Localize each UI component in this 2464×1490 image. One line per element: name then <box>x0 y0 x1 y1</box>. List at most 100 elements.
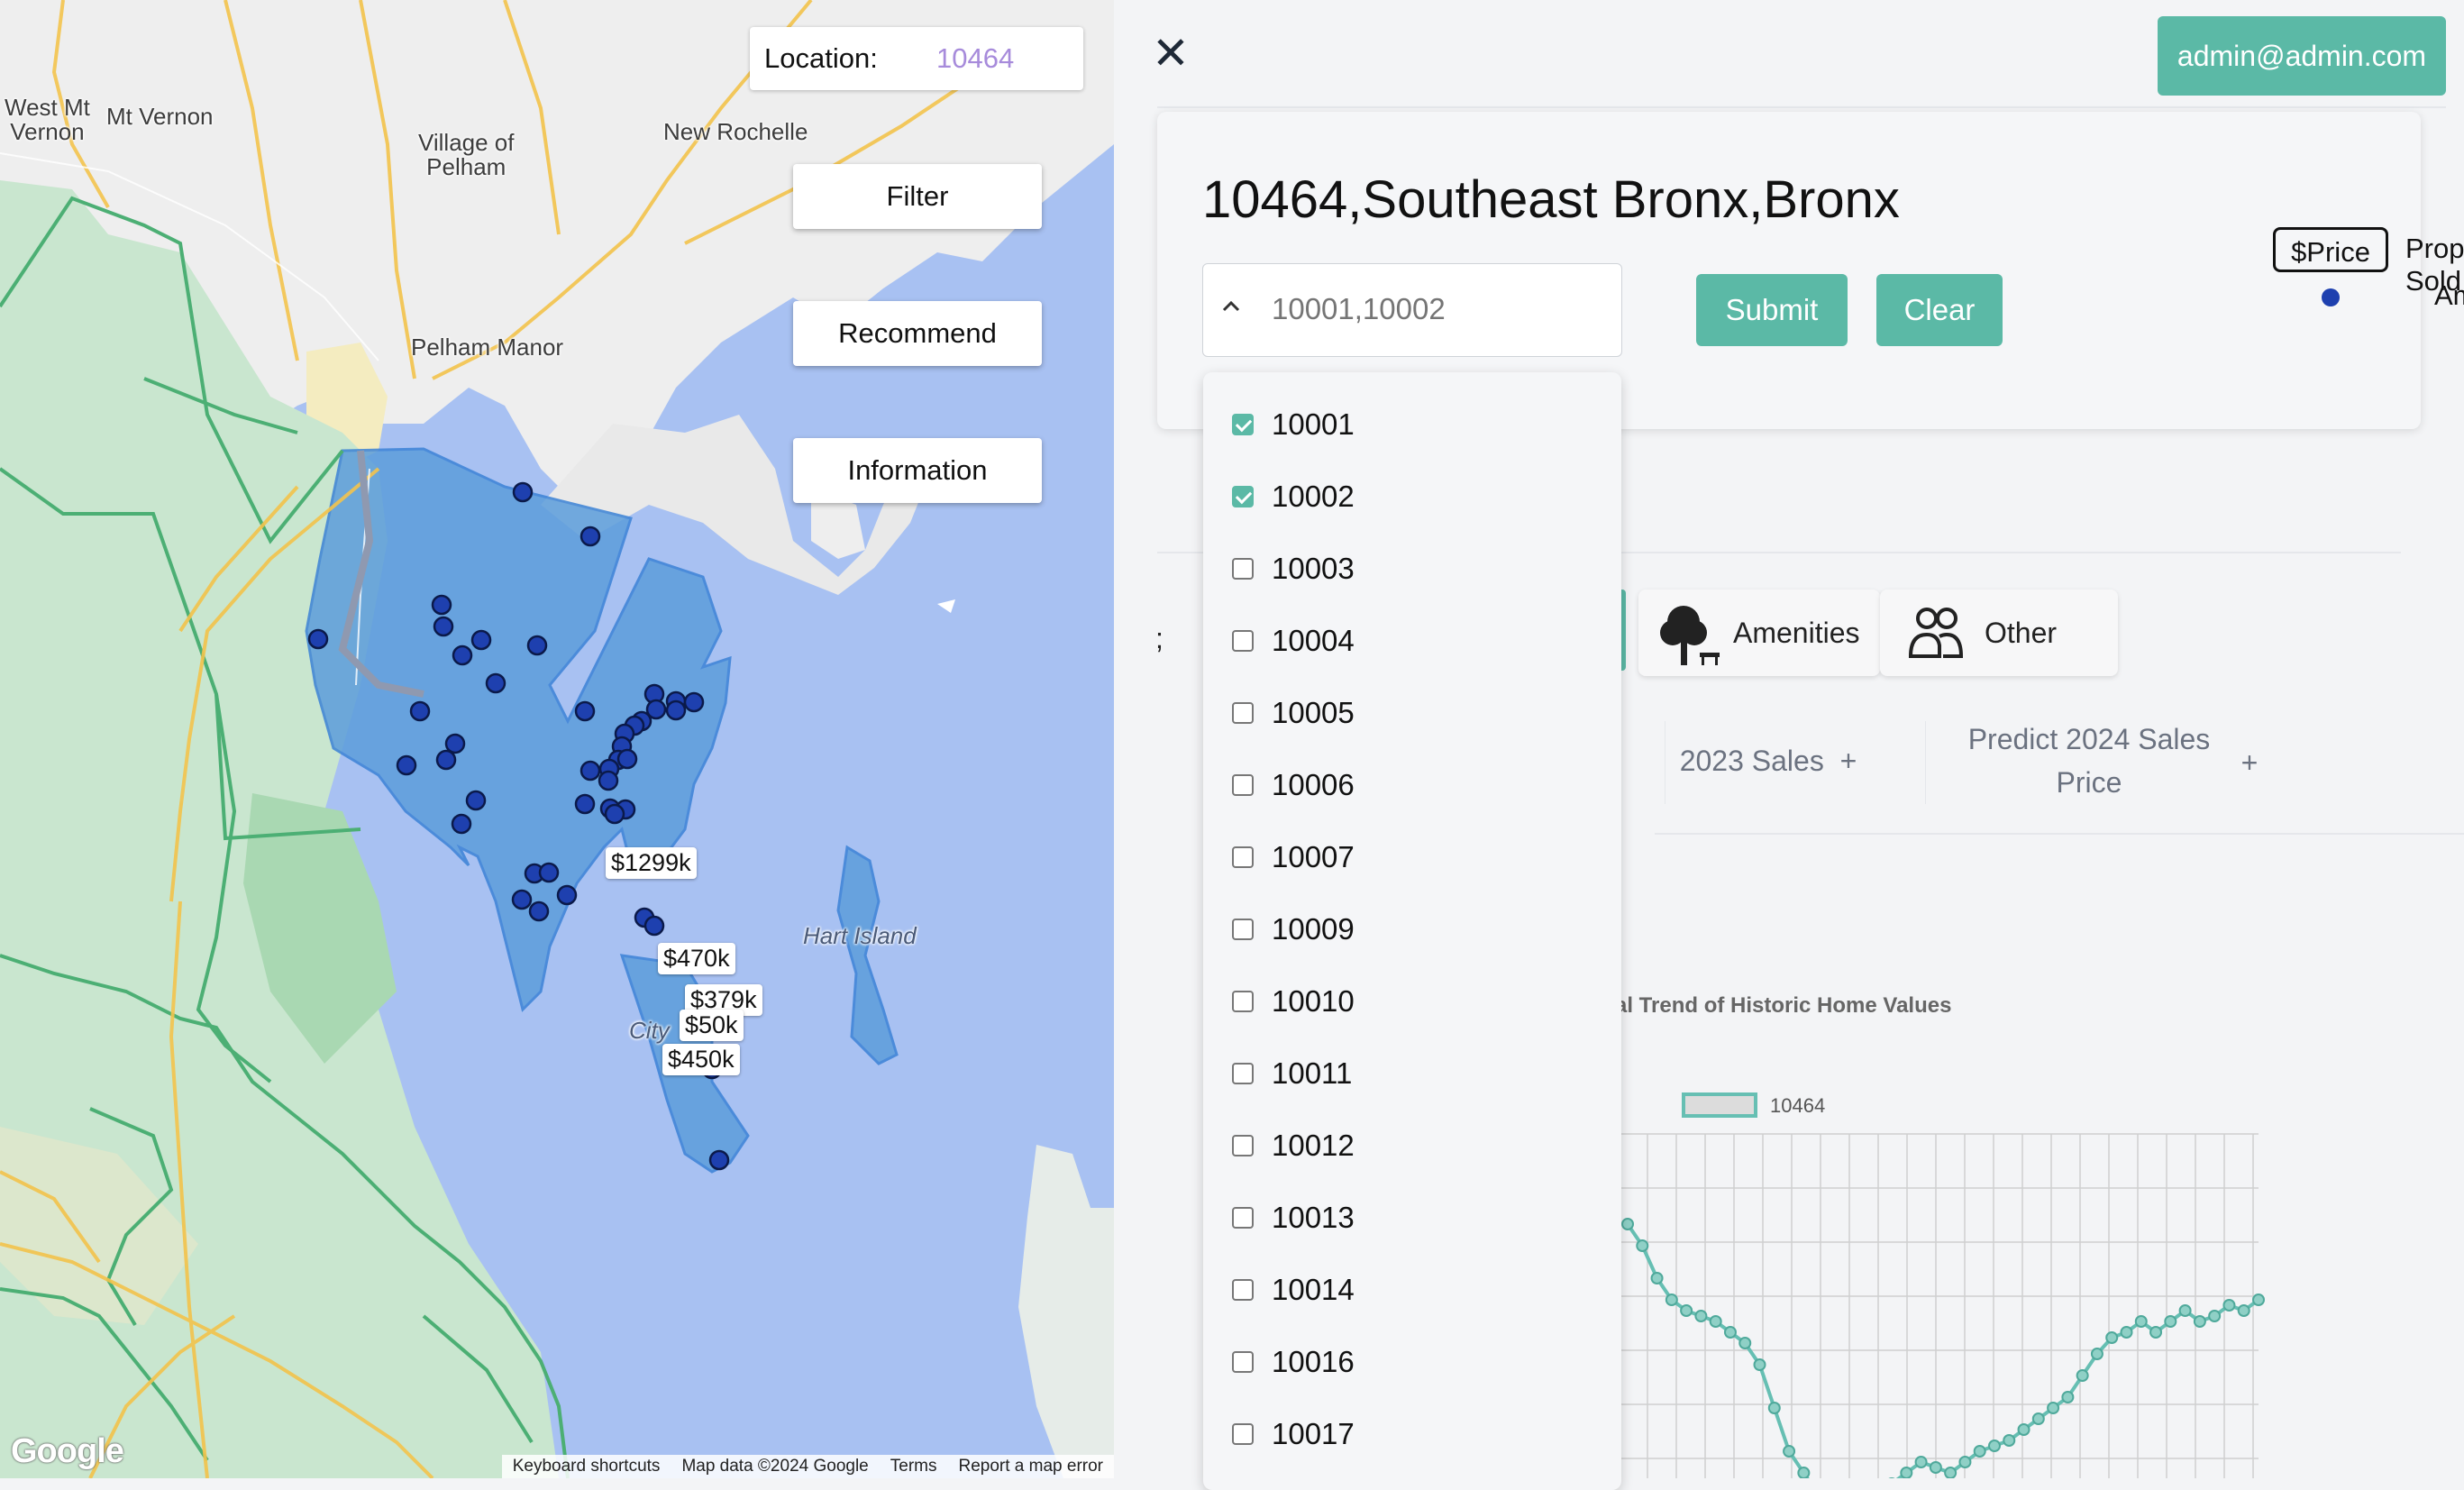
series-point <box>1783 1445 1796 1458</box>
series-point <box>1694 1310 1708 1322</box>
checkbox-unchecked[interactable] <box>1232 702 1254 724</box>
series-point <box>2134 1315 2148 1328</box>
map-label-village-of-pelham: Village of Pelham <box>418 129 515 180</box>
checkbox-unchecked[interactable] <box>1232 991 1254 1012</box>
filter-button[interactable]: Filter <box>793 164 1042 229</box>
series-point <box>2047 1402 2060 1414</box>
dropdown-option[interactable]: 10010 <box>1232 965 1355 1038</box>
dropdown-option[interactable]: 10001 <box>1232 388 1355 461</box>
dropdown-option[interactable]: 10003 <box>1232 533 1355 605</box>
series-point <box>1900 1467 1913 1478</box>
dropdown-option[interactable]: 10007 <box>1232 821 1355 893</box>
checkbox-unchecked[interactable] <box>1232 846 1254 868</box>
series-line <box>1626 1222 2260 1478</box>
chart-grid <box>1618 1133 2259 1478</box>
dropdown-option[interactable]: 10016 <box>1232 1326 1355 1398</box>
dropdown-option[interactable]: 10002 <box>1232 461 1355 533</box>
series-point <box>1680 1304 1693 1317</box>
dropdown-option[interactable]: 10013 <box>1232 1182 1355 1254</box>
checkbox-unchecked[interactable] <box>1232 1207 1254 1229</box>
series-point <box>2208 1310 2222 1322</box>
map-label-new-rochelle: New Rochelle <box>663 118 808 145</box>
map-footer: Keyboard shortcuts Map data ©2024 Google… <box>501 1455 1114 1478</box>
keyboard-shortcuts-link[interactable]: Keyboard shortcuts <box>502 1455 671 1478</box>
map-label-hart-island: Hart Island <box>803 922 917 949</box>
dropdown-option[interactable]: 10006 <box>1232 749 1355 821</box>
series-point <box>2252 1293 2265 1306</box>
dropdown-option-label: 10016 <box>1272 1345 1355 1378</box>
dropdown-option[interactable]: 10011 <box>1232 1038 1352 1110</box>
checkbox-checked[interactable] <box>1232 486 1254 507</box>
location-value: 10464 <box>936 42 1015 74</box>
series-point <box>2149 1326 2163 1339</box>
checkbox-unchecked[interactable] <box>1232 558 1254 580</box>
series-point <box>1738 1337 1752 1349</box>
terms-link[interactable]: Terms <box>880 1455 948 1478</box>
location-box: Location: 10464 <box>750 27 1083 90</box>
series-point <box>2178 1304 2192 1317</box>
dropdown-option-label: 10004 <box>1272 624 1355 657</box>
series-points <box>1621 1218 2265 1478</box>
dropdown-option[interactable]: 10005 <box>1232 677 1355 749</box>
dropdown-option-label: 10002 <box>1272 480 1355 513</box>
series-point <box>1914 1456 1928 1468</box>
series-point <box>2090 1348 2104 1360</box>
dropdown-option-label: 10007 <box>1272 840 1355 873</box>
recommend-button[interactable]: Recommend <box>793 301 1042 366</box>
dropdown-option[interactable]: 10017 <box>1232 1398 1355 1470</box>
series-point <box>2164 1315 2177 1328</box>
dropdown-option-label: 10011 <box>1272 1056 1353 1090</box>
series-point <box>2017 1423 2031 1436</box>
map-label-city-island: City <box>629 1017 670 1044</box>
information-button[interactable]: Information <box>793 438 1042 503</box>
location-label: Location: <box>764 42 878 74</box>
report-map-error-link[interactable]: Report a map error <box>947 1455 1114 1478</box>
dropdown-option-label: 10010 <box>1272 984 1355 1018</box>
legend-series-label: 10464 <box>1770 1094 1825 1117</box>
dropdown-option-label: 10006 <box>1272 768 1355 801</box>
map-label-pelham-manor: Pelham Manor <box>411 334 564 361</box>
series-point <box>2222 1299 2236 1312</box>
zip-dropdown-menu: 10001 10002 10003 10004 10005 10006 10007 10009… <box>1203 372 1621 1490</box>
series-point <box>1973 1445 1986 1458</box>
checkbox-unchecked[interactable] <box>1232 1063 1254 1084</box>
checkbox-checked[interactable] <box>1232 414 1254 435</box>
series-point <box>2237 1304 2250 1317</box>
price-tag[interactable]: $450k <box>662 1044 740 1075</box>
checkbox-unchecked[interactable] <box>1232 919 1254 940</box>
map-data-text: Map data ©2024 Google <box>681 1457 869 1476</box>
price-tag[interactable]: $50k <box>680 1010 744 1041</box>
series-point <box>1929 1461 1942 1474</box>
price-tag[interactable]: $470k <box>658 943 735 974</box>
price-tag[interactable]: $1299k <box>606 847 697 879</box>
dropdown-option-label: 10012 <box>1272 1129 1355 1162</box>
series-point <box>2061 1391 2075 1403</box>
chart-legend: 10464 <box>1682 1092 1825 1118</box>
checkbox-unchecked[interactable] <box>1232 630 1254 652</box>
series-point <box>1636 1239 1649 1252</box>
checkbox-unchecked[interactable] <box>1232 1423 1254 1445</box>
series-point <box>1709 1315 1722 1328</box>
series-point <box>1958 1456 1972 1468</box>
dropdown-option-label: 10001 <box>1272 407 1355 441</box>
dropdown-option-label: 10017 <box>1272 1417 1355 1450</box>
checkbox-unchecked[interactable] <box>1232 1279 1254 1301</box>
series-point <box>2105 1331 2119 1344</box>
dropdown-option[interactable]: 10014 <box>1232 1254 1355 1326</box>
map-label-west-mt-vernon: West Mt Vernon <box>5 94 90 145</box>
checkbox-unchecked[interactable] <box>1232 1351 1254 1373</box>
dropdown-option[interactable]: 10009 <box>1232 893 1355 965</box>
series-point <box>2003 1434 2016 1447</box>
dropdown-option[interactable]: 10012 <box>1232 1110 1355 1182</box>
series-point <box>1944 1467 1958 1478</box>
dropdown-option-label: 10003 <box>1272 552 1355 585</box>
dropdown-option-label: 10013 <box>1272 1201 1355 1234</box>
series-point <box>2193 1315 2206 1328</box>
dropdown-option[interactable]: 10004 <box>1232 605 1355 677</box>
map-label-mt-vernon: Mt Vernon <box>106 103 214 130</box>
map-view[interactable]: West Mt Vernon Mt Vernon Village of Pelham… <box>0 0 1114 1478</box>
checkbox-unchecked[interactable] <box>1232 1135 1254 1156</box>
checkbox-unchecked[interactable] <box>1232 774 1254 796</box>
dropdown-option-label: 10005 <box>1272 696 1355 729</box>
series-point <box>1753 1358 1766 1371</box>
